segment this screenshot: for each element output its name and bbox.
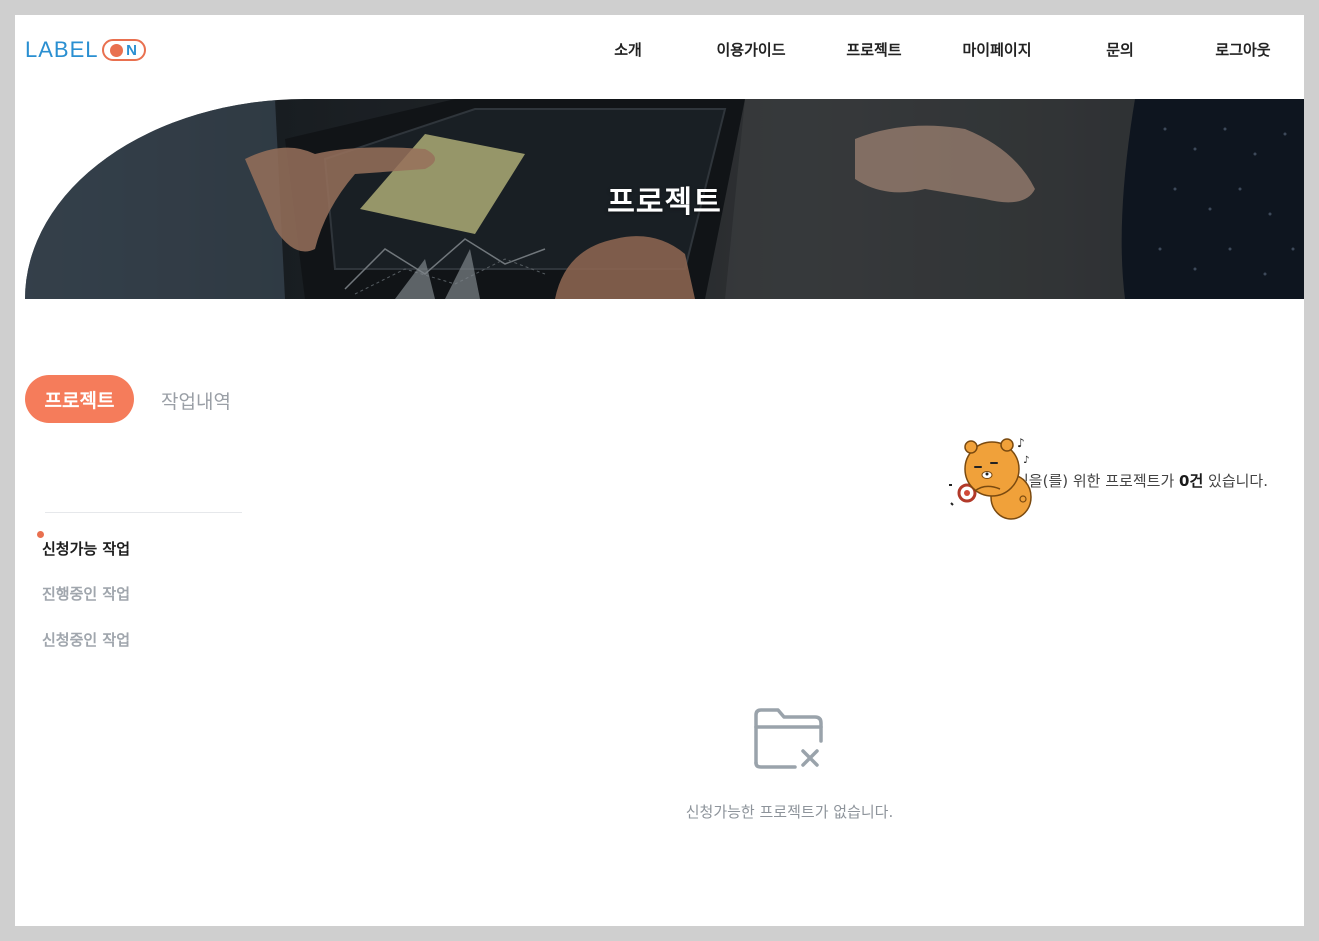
folder-x-icon [754,708,823,769]
tab-project[interactable]: 프로젝트 [25,375,134,423]
sidebar-item-in-progress[interactable]: 진행중인 작업 [42,583,130,604]
sidebar-item-applied[interactable]: 신청중인 작업 [42,629,130,650]
bear-character-icon: ♪ ♪ [949,436,1032,520]
page: LABEL N 소개 이용가이드 프로젝트 마이페이지 문의 로그아웃 프로젝트… [15,15,1304,926]
sidebar-divider [45,512,242,513]
empty-state-message: 신청가능한 프로젝트가 없습니다. [685,803,894,821]
svg-text:♪: ♪ [1017,436,1025,450]
banner-title: 프로젝트 [607,185,722,220]
nav-about[interactable]: 소개 [614,39,642,60]
active-indicator-dot [37,531,44,538]
nav-project[interactable]: 프로젝트 [846,39,901,60]
nav-logout[interactable]: 로그아웃 [1215,39,1270,60]
nav-mypage[interactable]: 마이페이지 [962,39,1031,60]
svg-text:♪: ♪ [1023,455,1029,466]
sidebar-item-available[interactable]: 신청가능 작업 [42,538,130,559]
nav-guide[interactable]: 이용가이드 [716,39,785,60]
tab-work-history[interactable]: 작업내역 [161,387,231,414]
top-nav: 소개 이용가이드 프로젝트 마이페이지 문의 로그아웃 [15,39,1304,61]
nav-inquiry[interactable]: 문의 [1106,39,1134,60]
project-count: 0건 [1179,472,1204,490]
welcome-message: 님을(를) 위한 프로젝트가 0건 있습니다. [1015,470,1268,491]
welcome-suffix: 있습니다. [1203,472,1269,490]
hero-banner: 프로젝트 [25,99,1304,299]
